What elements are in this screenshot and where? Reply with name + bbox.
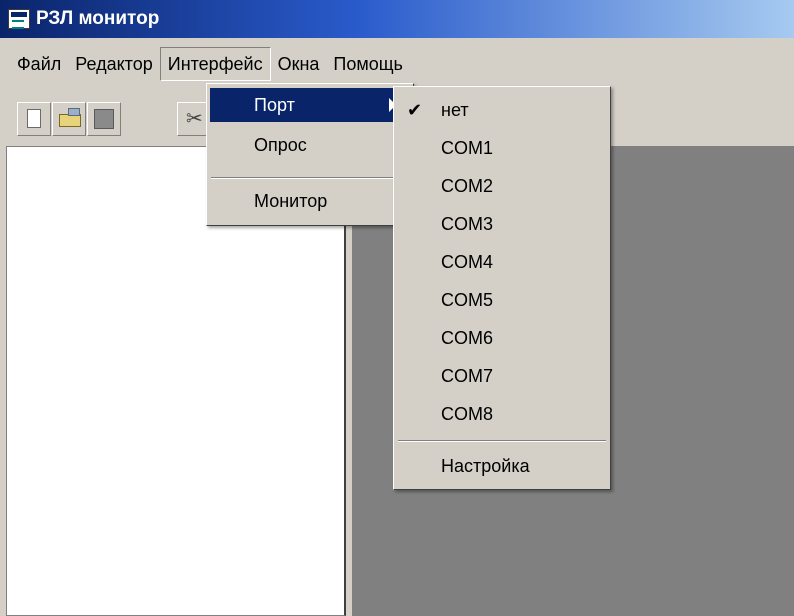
menu-item-port[interactable]: Порт [210,88,410,122]
menu-item-label: Опрос [254,135,307,155]
app-icon[interactable] [8,9,30,29]
port-item-com2[interactable]: COM2 [397,169,607,203]
menu-separator [398,440,606,442]
interface-menu: Порт Опрос Монитор [206,83,414,226]
port-item-label: COM4 [441,252,494,272]
port-item-com6[interactable]: COM6 [397,321,607,355]
port-item-label: нет [441,100,469,120]
port-item-com4[interactable]: COM4 [397,245,607,279]
port-item-label: COM1 [441,138,494,158]
port-item-label: COM2 [441,176,494,196]
open-file-button[interactable] [52,102,86,136]
port-submenu: ✔ нет COM1 COM2 COM3 COM4 COM5 COM6 COM7… [393,86,611,490]
port-item-com5[interactable]: COM5 [397,283,607,317]
new-file-icon [27,109,41,128]
port-item-none[interactable]: ✔ нет [397,93,607,127]
save-button[interactable] [87,102,121,136]
port-item-label: COM5 [441,290,494,310]
menu-item-polling[interactable]: Опрос [210,128,410,162]
menu-editor[interactable]: Редактор [68,47,159,81]
menu-separator [211,177,409,179]
port-item-label: COM6 [441,328,494,348]
title-bar[interactable]: РЗЛ монитор [0,0,794,38]
menu-windows[interactable]: Окна [271,47,327,81]
port-item-com7[interactable]: COM7 [397,359,607,393]
menu-file[interactable]: Файл [10,47,68,81]
port-item-com3[interactable]: COM3 [397,207,607,241]
port-item-label: Настройка [441,456,530,476]
menu-interface[interactable]: Интерфейс [159,47,271,81]
port-item-com1[interactable]: COM1 [397,131,607,165]
port-item-label: COM3 [441,214,494,234]
port-item-com8[interactable]: COM8 [397,397,607,431]
menu-item-label: Порт [254,95,295,115]
window-title: РЗЛ монитор [36,8,160,29]
port-item-settings[interactable]: Настройка [397,449,607,483]
open-folder-icon [59,108,81,127]
new-file-button[interactable] [17,102,51,136]
port-item-label: COM8 [441,404,494,424]
menu-item-label: Монитор [254,191,328,211]
menu-help[interactable]: Помощь [326,47,410,81]
save-icon [94,109,114,129]
port-item-label: COM7 [441,366,494,386]
menu-item-monitor[interactable]: Монитор [210,184,410,218]
check-icon: ✔ [407,100,423,120]
menu-bar: Файл Редактор Интерфейс Окна Помощь [0,46,794,82]
cut-icon: ✂ [186,108,203,130]
